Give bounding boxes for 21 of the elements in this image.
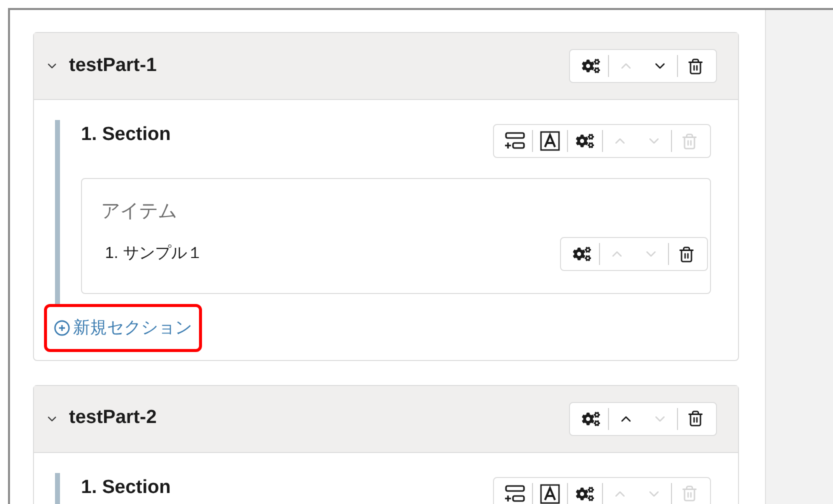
new-section-link[interactable]: 新規セクション [44, 304, 202, 352]
gears-icon [582, 410, 600, 428]
plus-circle-icon [54, 320, 70, 336]
gears-icon [573, 245, 591, 263]
trash-icon [686, 58, 704, 74]
gears-icon [576, 132, 594, 150]
section-title: 1. Section [81, 476, 171, 498]
add-row-icon [504, 132, 526, 150]
letter-box-icon [540, 484, 560, 504]
section-title: 1. Section [81, 124, 171, 146]
letter-box-icon [540, 131, 560, 151]
trash-icon [678, 246, 694, 262]
trash-icon [686, 410, 704, 427]
items-heading: アイテム [101, 201, 178, 223]
item-label: 1. サンプル１ [105, 244, 203, 264]
add-row-icon [504, 484, 526, 502]
trash-icon [680, 132, 698, 150]
gears-icon [576, 484, 594, 502]
part-title: testPart-1 [69, 54, 157, 78]
gears-icon [582, 57, 600, 75]
part-title: testPart-2 [69, 406, 157, 430]
